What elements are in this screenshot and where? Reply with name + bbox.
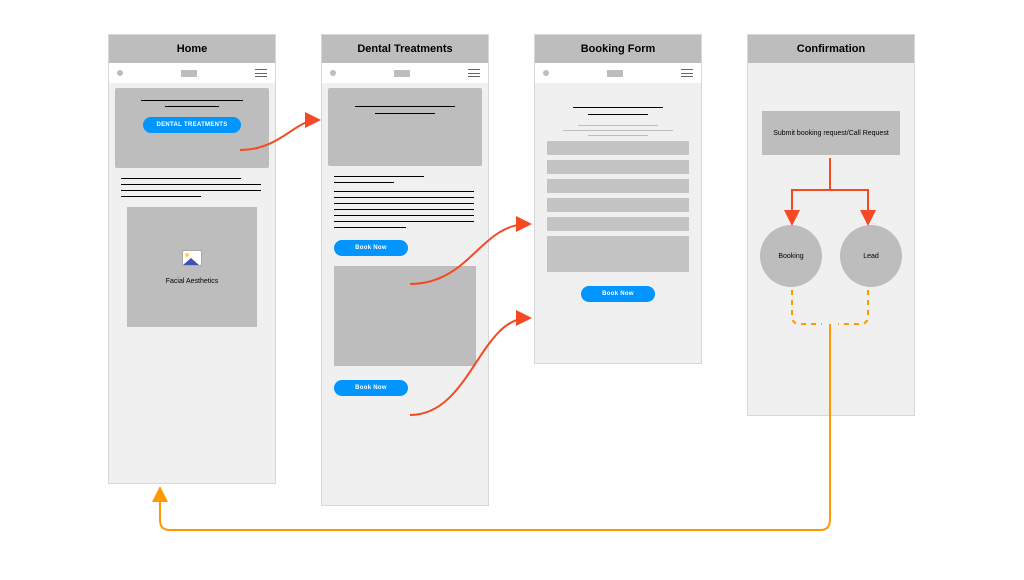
intro-text xyxy=(121,178,263,197)
form-input-1[interactable] xyxy=(547,141,689,155)
hamburger-icon[interactable] xyxy=(468,69,480,77)
screen-confirmation-title: Confirmation xyxy=(797,43,865,55)
book-now-button-2-label: Book Now xyxy=(355,385,387,391)
screen-confirmation-titlebar: Confirmation xyxy=(748,35,914,63)
screen-booking-title: Booking Form xyxy=(581,43,656,55)
screen-treatments-titlebar: Dental Treatments xyxy=(322,35,488,63)
hamburger-icon[interactable] xyxy=(255,69,267,77)
confirmation-action-box: Submit booking request/Call Request xyxy=(762,111,900,155)
form-input-2[interactable] xyxy=(547,160,689,174)
screen-home: Home DENTAL TREATMENTS Facial Aesthetics xyxy=(108,34,276,484)
nav-dot-icon xyxy=(543,70,549,76)
book-now-button-1[interactable]: Book Now xyxy=(334,240,408,256)
screen-booking: Booking Form Book Now xyxy=(534,34,702,364)
screen-treatments: Dental Treatments Book Now Book Now xyxy=(321,34,489,506)
hamburger-icon[interactable] xyxy=(681,69,693,77)
hero xyxy=(328,88,482,166)
nav-dot-icon xyxy=(330,70,336,76)
form-input-4[interactable] xyxy=(547,198,689,212)
navbar xyxy=(322,63,488,83)
form-textarea[interactable] xyxy=(547,236,689,272)
image-placeholder-icon xyxy=(182,250,202,266)
booking-intro-text xyxy=(547,107,689,136)
form-input-5[interactable] xyxy=(547,217,689,231)
goal-booking-label: Booking xyxy=(778,253,803,260)
facial-aesthetics-card[interactable]: Facial Aesthetics xyxy=(127,207,257,327)
form-input-3[interactable] xyxy=(547,179,689,193)
goal-booking-node: Booking xyxy=(760,225,822,287)
facial-aesthetics-label: Facial Aesthetics xyxy=(166,278,219,285)
confirmation-action-label: Submit booking request/Call Request xyxy=(773,130,889,137)
hero: DENTAL TREATMENTS xyxy=(115,88,269,168)
nav-logo-icon xyxy=(394,70,410,77)
nav-logo-icon xyxy=(607,70,623,77)
navbar xyxy=(535,63,701,83)
navbar xyxy=(109,63,275,83)
screen-booking-titlebar: Booking Form xyxy=(535,35,701,63)
book-now-button-1-label: Book Now xyxy=(355,245,387,251)
dental-treatments-button-label: DENTAL TREATMENTS xyxy=(156,122,227,128)
screen-home-titlebar: Home xyxy=(109,35,275,63)
nav-logo-icon xyxy=(181,70,197,77)
treatment-image-placeholder xyxy=(334,266,476,366)
treatment-item-text xyxy=(334,176,476,228)
nav-dot-icon xyxy=(117,70,123,76)
goal-lead-node: Lead xyxy=(840,225,902,287)
book-now-button-2[interactable]: Book Now xyxy=(334,380,408,396)
screen-confirmation: Confirmation Submit booking request/Call… xyxy=(747,34,915,416)
booking-submit-label: Book Now xyxy=(602,291,634,297)
booking-submit-button[interactable]: Book Now xyxy=(581,286,655,302)
dental-treatments-button[interactable]: DENTAL TREATMENTS xyxy=(143,117,241,133)
screen-home-title: Home xyxy=(177,43,208,55)
screen-treatments-title: Dental Treatments xyxy=(357,43,452,55)
goal-lead-label: Lead xyxy=(863,253,879,260)
